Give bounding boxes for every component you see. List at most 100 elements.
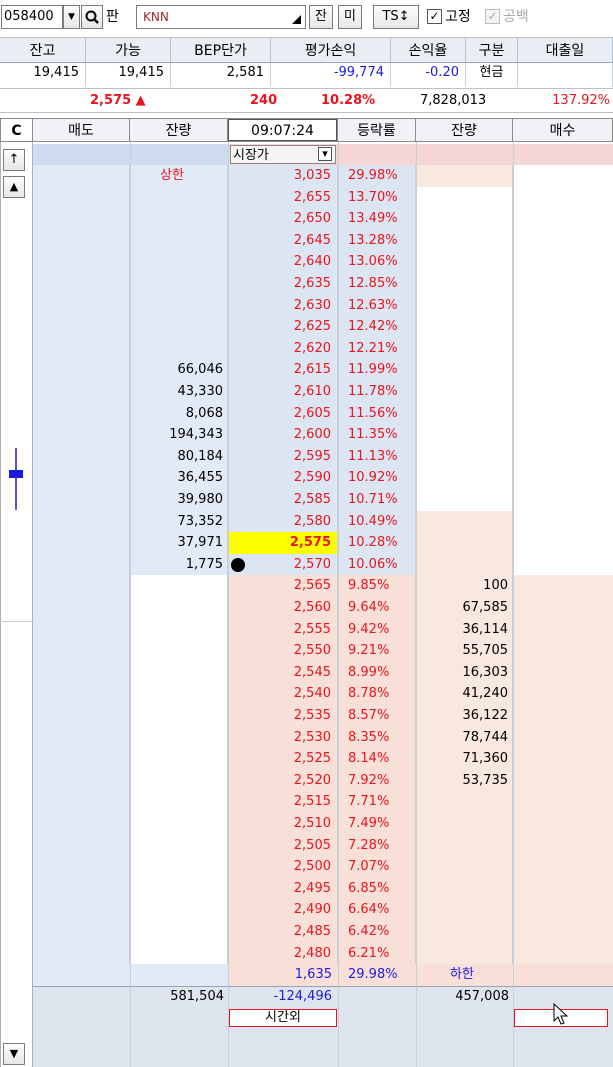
bid-buy-cell[interactable] [513, 705, 613, 727]
scroll-down-icon[interactable]: ▼ [3, 1043, 25, 1065]
ask-sell-cell[interactable] [33, 229, 130, 252]
ask-price[interactable]: 2,605 [228, 402, 338, 425]
bid-buy-cell[interactable] [513, 769, 613, 792]
ask-quantity[interactable] [130, 316, 228, 338]
ask-price[interactable]: 2,645 [228, 229, 338, 252]
bid-sell-cell[interactable] [33, 748, 130, 770]
ask-buy-cell[interactable] [513, 208, 613, 230]
code-dropdown-button[interactable]: ▼ [63, 5, 80, 29]
bid-quantity[interactable] [416, 899, 513, 921]
bid-buy-cell[interactable] [513, 791, 613, 813]
ask-sell-cell[interactable] [33, 489, 130, 511]
bid-sell-cell[interactable] [33, 683, 130, 705]
bid-price[interactable]: 2,520 [228, 769, 338, 792]
bid-sell-cell[interactable] [33, 769, 130, 792]
ask-buy-cell[interactable] [513, 424, 613, 446]
ask-buy-cell[interactable] [513, 187, 613, 209]
bid-sell-cell[interactable] [33, 597, 130, 619]
ask-buy-cell[interactable] [513, 446, 613, 468]
bid-buy-cell[interactable] [513, 942, 613, 965]
stock-code-input[interactable]: 058400 [1, 5, 63, 29]
ask-buy-cell[interactable] [513, 489, 613, 511]
bid-quantity[interactable] [416, 942, 513, 965]
ask-price[interactable]: 2,655 [228, 186, 338, 209]
ask-price[interactable]: 2,640 [228, 251, 338, 273]
bid-sell-qty-cell[interactable] [130, 597, 228, 619]
bid-sell-qty-cell[interactable] [130, 769, 228, 792]
bid-sell-cell[interactable] [33, 575, 130, 597]
bid-sell-qty-cell[interactable] [130, 877, 228, 900]
ask-buy-cell[interactable] [513, 403, 613, 425]
ask-quantity[interactable] [130, 337, 228, 360]
bid-buy-cell[interactable] [513, 877, 613, 900]
bid-quantity[interactable]: 16,303 [416, 661, 513, 684]
bid-sell-qty-cell[interactable] [130, 834, 228, 857]
bid-sell-cell[interactable] [33, 834, 130, 857]
bid-sell-qty-cell[interactable] [130, 813, 228, 835]
bid-sell-qty-cell[interactable] [130, 640, 228, 662]
bid-sell-qty-cell[interactable] [130, 942, 228, 965]
bid-sell-qty-cell[interactable] [130, 899, 228, 921]
bid-sell-qty-cell[interactable] [130, 683, 228, 705]
ask-price[interactable]: 2,615 [228, 359, 338, 381]
ask-buy-cell[interactable] [513, 295, 613, 317]
bid-quantity[interactable]: 71,360 [416, 748, 513, 770]
bid-buy-cell[interactable] [513, 834, 613, 857]
bid-quantity[interactable] [416, 856, 513, 878]
ask-sell-cell[interactable] [33, 510, 130, 533]
bid-quantity[interactable]: 36,122 [416, 705, 513, 727]
bid-sell-qty-cell[interactable] [130, 575, 228, 597]
bid-price[interactable]: 2,550 [228, 640, 338, 662]
bid-price[interactable]: 2,510 [228, 813, 338, 835]
ask-sell-cell[interactable] [33, 424, 130, 446]
ask-sell-cell[interactable] [33, 208, 130, 230]
ask-quantity[interactable]: 8,068 [130, 402, 228, 425]
bid-sell-cell[interactable] [33, 856, 130, 878]
ask-price[interactable]: 3,035 [228, 165, 338, 187]
ask-buy-qty-cell[interactable] [416, 510, 513, 533]
bid-quantity[interactable]: 78,744 [416, 726, 513, 749]
ask-price[interactable]: 2,625 [228, 316, 338, 338]
ask-buy-cell[interactable] [513, 532, 613, 554]
ask-price[interactable]: 2,630 [228, 294, 338, 317]
bid-quantity[interactable]: 53,735 [416, 769, 513, 792]
bid-sell-cell[interactable] [33, 661, 130, 684]
bid-buy-cell[interactable] [513, 575, 613, 597]
bid-sell-qty-cell[interactable] [130, 791, 228, 813]
ask-price[interactable]: 2,585 [228, 489, 338, 511]
bid-sell-cell[interactable] [33, 813, 130, 835]
bid-sell-qty-cell[interactable] [130, 618, 228, 641]
bid-buy-cell[interactable] [513, 899, 613, 921]
bid-sell-cell[interactable] [33, 921, 130, 943]
ask-buy-cell[interactable] [513, 381, 613, 403]
ask-price[interactable]: 2,650 [228, 208, 338, 230]
ask-price[interactable]: 2,635 [228, 273, 338, 295]
bid-quantity[interactable] [416, 791, 513, 813]
ask-sell-cell[interactable] [33, 402, 130, 425]
ask-buy-cell[interactable] [513, 251, 613, 273]
ask-quantity[interactable] [130, 208, 228, 230]
ask-sell-cell[interactable] [33, 294, 130, 317]
ask-quantity[interactable]: 36,455 [130, 467, 228, 489]
ask-sell-cell[interactable] [33, 467, 130, 489]
ask-quantity[interactable] [130, 273, 228, 295]
chevron-down-icon[interactable]: ▾ [318, 147, 332, 161]
ask-buy-qty-cell[interactable] [416, 553, 513, 576]
bid-price[interactable]: 2,490 [228, 899, 338, 921]
bid-sell-cell[interactable] [33, 705, 130, 727]
ask-sell-cell[interactable] [33, 316, 130, 338]
bid-sell-cell[interactable] [33, 791, 130, 813]
ask-buy-cell[interactable] [513, 359, 613, 381]
bid-sell-cell[interactable] [33, 942, 130, 965]
ask-sell-cell[interactable] [33, 251, 130, 273]
ask-buy-cell[interactable] [513, 554, 613, 576]
bid-price[interactable]: 2,545 [228, 661, 338, 684]
ask-price[interactable]: 2,595 [228, 445, 338, 468]
bid-price[interactable]: 2,515 [228, 791, 338, 813]
bid-buy-cell[interactable] [513, 618, 613, 641]
bid-buy-cell[interactable] [513, 683, 613, 705]
ask-quantity[interactable]: 194,343 [130, 424, 228, 446]
scroll-up-icon[interactable]: ▲ [3, 176, 25, 198]
bid-quantity[interactable] [416, 877, 513, 900]
ask-sell-cell[interactable] [33, 165, 130, 187]
